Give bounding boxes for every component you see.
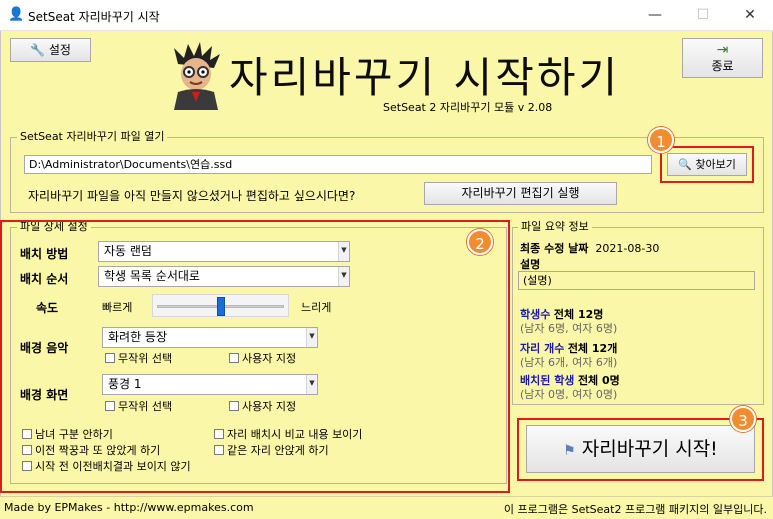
chevron-down-icon: ▼: [306, 375, 317, 394]
screen-custom-checkbox[interactable]: 사용자 지정: [229, 398, 296, 414]
start-label: 자리바꾸기 시작!: [581, 438, 718, 460]
exit-label: 종료: [711, 59, 734, 73]
app-icon: 👤: [8, 7, 25, 22]
hero-title: 자리바꾸기 시작하기: [229, 53, 621, 102]
screen-select[interactable]: 풍경 1 ▼: [102, 374, 318, 395]
screen-value: 풍경 1: [108, 377, 142, 391]
window-title: SetSeat 자리바꾸기 시작: [28, 10, 160, 24]
no-gender-label: 남녀 구분 안하기: [35, 428, 113, 441]
music-custom-label: 사용자 지정: [242, 352, 297, 365]
chevron-down-icon: ▼: [306, 328, 317, 347]
hide-prev-label: 시작 전 이전배치결과 보이지 않기: [35, 460, 191, 473]
speed-fast-label: 빠르게: [102, 301, 133, 314]
step-badge-1: 1: [648, 127, 674, 153]
speed-label: 속도: [36, 301, 59, 315]
file-path-input[interactable]: D:\Administrator\Documents\연습.ssd: [24, 155, 652, 174]
screen-custom-label: 사용자 지정: [242, 400, 297, 413]
file-open-legend: SetSeat 자리바꾸기 파일 열기: [17, 131, 168, 143]
footer: Made by EPMakes - http://www.epmakes.com…: [0, 496, 773, 519]
method-label: 배치 방법: [20, 247, 69, 261]
chevron-down-icon: ▼: [338, 242, 349, 261]
checkbox-box: [229, 353, 239, 363]
step-badge-3: 3: [730, 406, 756, 432]
screen-random-checkbox[interactable]: 무작위 선택: [105, 398, 172, 414]
hide-prev-checkbox[interactable]: 시작 전 이전배치결과 보이지 않기: [22, 458, 191, 474]
no-gender-checkbox[interactable]: 남녀 구분 안하기: [22, 426, 113, 442]
start-button[interactable]: ⚑ 자리바꾸기 시작!: [526, 425, 755, 473]
exit-door-icon: ⇥: [716, 42, 729, 58]
minimize-button[interactable]: —: [632, 0, 678, 31]
same-seat-checkbox[interactable]: 같은 자리 안앉게 하기: [214, 442, 329, 458]
music-select[interactable]: 화려한 등장 ▼: [102, 327, 318, 348]
prev-partner-label: 이전 짝꿍과 또 앉았게 하기: [35, 444, 161, 457]
compare-label: 자리 배치시 비교 내용 보이기: [227, 428, 363, 441]
screen-label: 배경 화면: [20, 388, 69, 402]
placed-detail: (남자 0명, 여자 0명): [520, 388, 618, 401]
checkbox-box: [105, 353, 115, 363]
same-seat-label: 같은 자리 안앉게 하기: [227, 444, 329, 457]
hero-subtitle: SetSeat 2 자리바꾸기 모듈 v 2.08: [383, 101, 553, 114]
checkbox-box: [105, 401, 115, 411]
order-label: 배치 순서: [20, 272, 69, 286]
music-random-checkbox[interactable]: 무작위 선택: [105, 350, 172, 366]
chevron-down-icon: ▼: [338, 267, 349, 286]
method-value: 자동 랜덤: [104, 244, 152, 258]
speed-slider-thumb[interactable]: [217, 297, 225, 316]
music-random-label: 무작위 선택: [118, 352, 173, 365]
checkbox-box: [229, 401, 239, 411]
checkbox-box: [214, 429, 224, 439]
checkbox-box: [214, 445, 224, 455]
music-value: 화려한 등장: [108, 330, 168, 344]
mascot-avatar: [174, 42, 220, 110]
step-badge-2: 2: [467, 229, 493, 255]
speed-slider[interactable]: [152, 294, 289, 317]
settings-label: 설정: [48, 43, 71, 57]
order-value: 학생 목록 순서대로: [104, 269, 200, 283]
maximize-button: ☐: [696, 7, 710, 23]
close-button[interactable]: ✕: [727, 0, 773, 31]
flag-icon: ⚑: [563, 443, 576, 459]
checkbox-box: [22, 445, 32, 455]
seats-detail: (남자 6개, 여자 6개): [520, 356, 618, 369]
speed-slow-label: 느리게: [301, 301, 332, 314]
order-select[interactable]: 학생 목록 순서대로 ▼: [98, 266, 350, 287]
method-select[interactable]: 자동 랜덤 ▼: [98, 241, 350, 262]
desc-field: (설명): [518, 271, 755, 290]
modified-label: 최종 수정 날짜: [520, 242, 589, 255]
music-label: 배경 음악: [20, 341, 69, 355]
music-custom-checkbox[interactable]: 사용자 지정: [229, 350, 296, 366]
prev-partner-checkbox[interactable]: 이전 짝꿍과 또 앉았게 하기: [22, 442, 160, 458]
settings-button[interactable]: 🔧 설정: [10, 38, 91, 62]
exit-button[interactable]: ⇥ 종료: [682, 38, 763, 78]
modified-row: 최종 수정 날짜 2021-08-30: [520, 240, 659, 256]
summary-legend: 파일 요약 정보: [518, 221, 592, 233]
footer-credit: Made by EPMakes - http://www.epmakes.com: [4, 501, 254, 514]
editor-launch-button[interactable]: 자리바꾸기 편집기 실행: [424, 182, 617, 205]
desc-label: 설명: [520, 258, 541, 271]
checkbox-box: [22, 461, 32, 471]
highlight-browse: [660, 146, 754, 183]
title-bar: 👤 SetSeat 자리바꾸기 시작 — ☐ ✕: [0, 0, 773, 31]
wrench-icon: 🔧: [30, 43, 46, 57]
screen-random-label: 무작위 선택: [118, 400, 173, 413]
students-detail: (남자 6명, 여자 6명): [520, 322, 618, 335]
editor-prompt: 자리바꾸기 파일을 아직 만들지 않으셨거나 편집하고 싶으시다면?: [28, 189, 356, 203]
modified-value: 2021-08-30: [595, 242, 660, 255]
footer-notice: 이 프로그램은 SetSeat2 프로그램 패키지의 일부입니다.: [503, 503, 767, 516]
compare-checkbox[interactable]: 자리 배치시 비교 내용 보이기: [214, 426, 362, 442]
checkbox-box: [22, 429, 32, 439]
